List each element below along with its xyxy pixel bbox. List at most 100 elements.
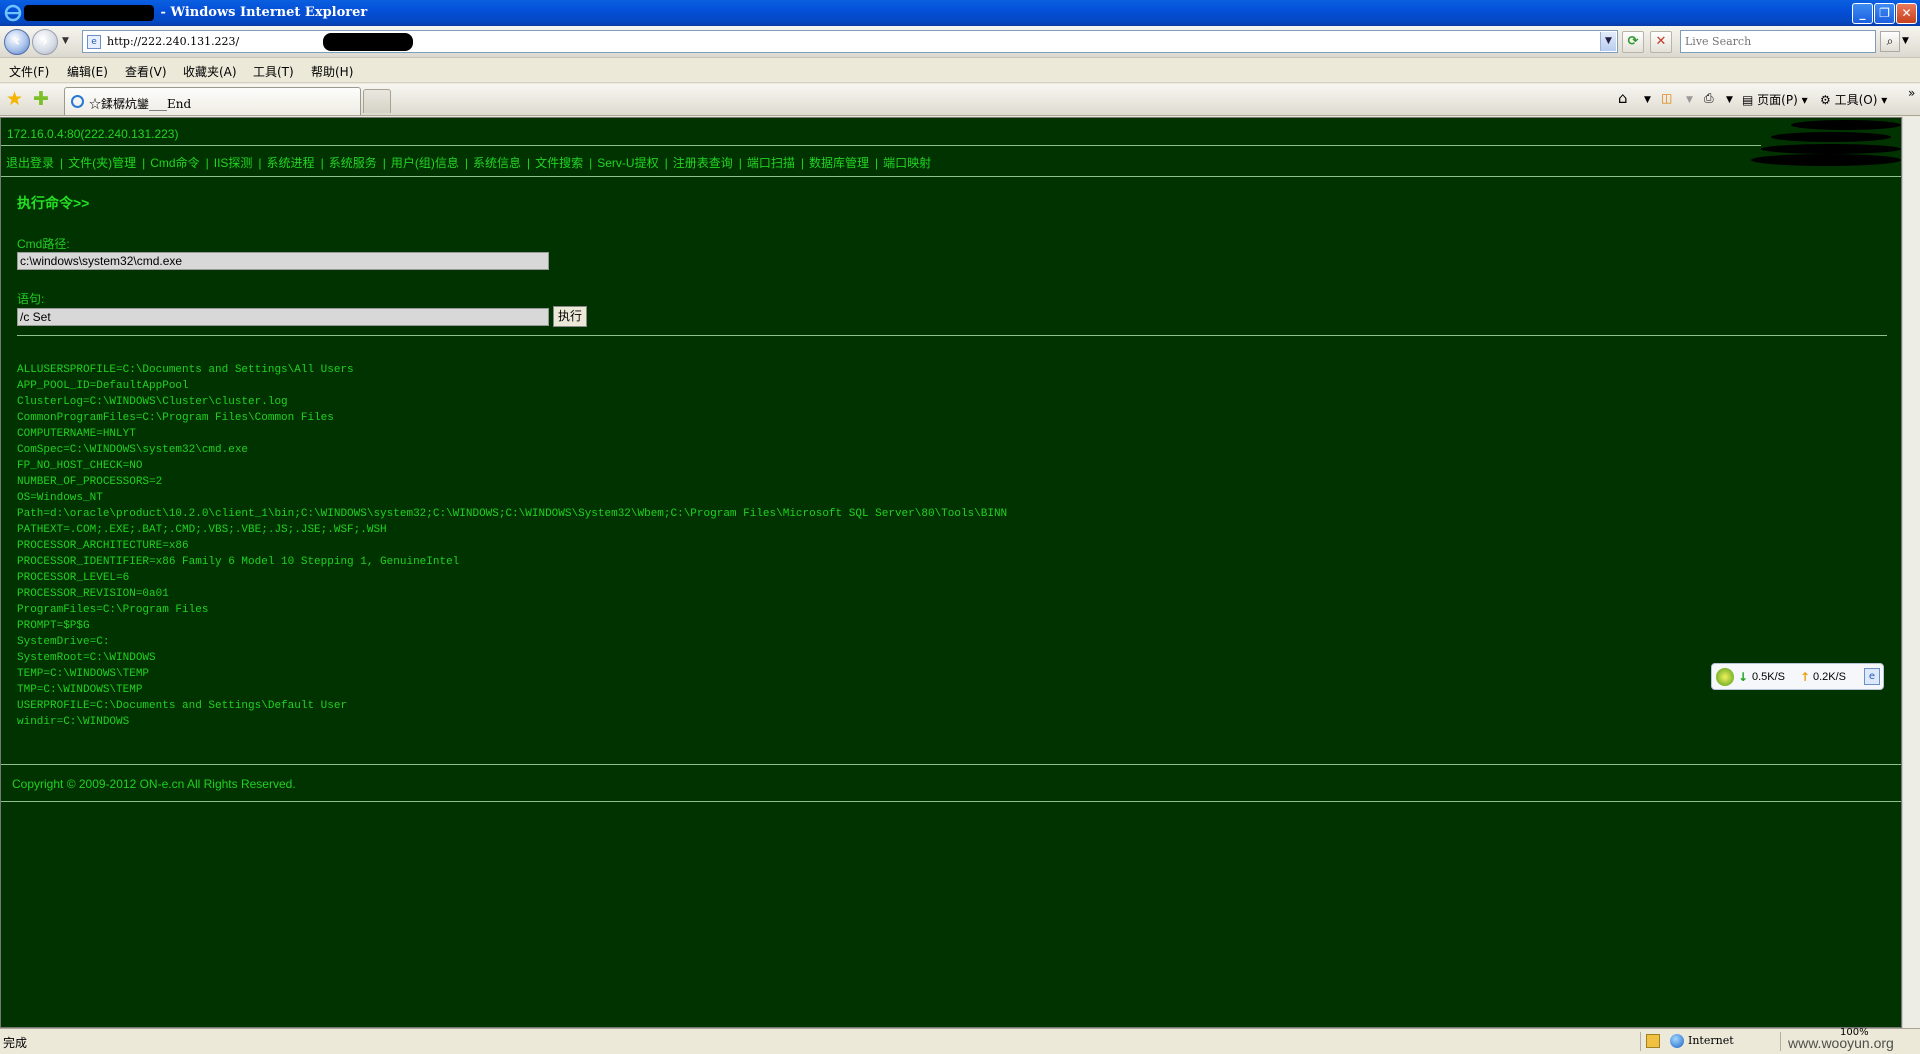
search-box[interactable] <box>1680 30 1876 53</box>
nav-logout-link[interactable]: 退出登录 <box>6 156 54 170</box>
output-line: ALLUSERSPROFILE=C:\Documents and Setting… <box>17 364 354 376</box>
statement-input[interactable]: /c Set <box>17 308 549 326</box>
internet-zone-icon <box>1670 1034 1684 1048</box>
download-speed: 0.5K/S <box>1752 671 1786 683</box>
refresh-icon[interactable]: ⟳ <box>1622 31 1644 53</box>
nav-port-map-link[interactable]: 端口映射 <box>883 156 931 170</box>
address-toolbar: ‹ › ▼ e http://222.240.131.223/ ▼ ⟳ ✕ ⌕ … <box>0 26 1920 58</box>
output-line: OS=Windows_NT <box>17 492 103 504</box>
gear-icon: ⚙ <box>1820 93 1831 107</box>
nav-separator: | <box>875 156 879 170</box>
nav-separator: | <box>382 156 386 170</box>
feeds-icon[interactable]: ◫ <box>1661 91 1672 105</box>
ie-icon: e <box>1864 668 1880 685</box>
output-line: USERPROFILE=C:\Documents and Settings\De… <box>17 700 348 712</box>
output-line: ProgramFiles=C:\Program Files <box>17 604 209 616</box>
cmd-path-input[interactable]: c:\windows\system32\cmd.exe <box>17 252 549 270</box>
close-button[interactable]: ✕ <box>1896 3 1917 24</box>
forward-button[interactable]: › <box>32 29 58 55</box>
output-line: SystemDrive=C: <box>17 636 110 648</box>
restore-button[interactable]: ❐ <box>1874 3 1895 24</box>
nav-processes-link[interactable]: 系统进程 <box>267 156 315 170</box>
vertical-scrollbar[interactable] <box>1902 117 1920 1028</box>
output-line: PROCESSOR_REVISION=0a01 <box>17 588 169 600</box>
home-icon[interactable]: ⌂ <box>1618 89 1628 107</box>
output-line: PROCESSOR_LEVEL=6 <box>17 572 130 584</box>
print-icon[interactable]: ⎙ <box>1704 91 1714 106</box>
recent-pages-dropdown-icon[interactable]: ▼ <box>62 36 69 46</box>
security-zone[interactable]: Internet <box>1688 1034 1734 1047</box>
nav-separator: | <box>589 156 593 170</box>
section-title: 执行命令>> <box>17 195 90 211</box>
nav-users-link[interactable]: 用户(组)信息 <box>391 156 459 170</box>
network-speed-widget[interactable]: ↓ 0.5K/S ↑ 0.2K/S e <box>1711 663 1884 690</box>
output-line: ClusterLog=C:\WINDOWS\Cluster\cluster.lo… <box>17 396 288 408</box>
output-line: Path=d:\oracle\product\10.2.0\client_1\b… <box>17 508 1008 520</box>
menu-help[interactable]: 帮助(H) <box>311 63 353 80</box>
search-options-dropdown-icon[interactable]: ▼ <box>1902 36 1909 46</box>
menu-favorites[interactable]: 收藏夹(A) <box>183 63 237 80</box>
nav-services-link[interactable]: 系统服务 <box>329 156 377 170</box>
nav-iis-probe-link[interactable]: IIS探测 <box>214 156 253 170</box>
menu-view[interactable]: 查看(V) <box>125 63 167 80</box>
nav-file-manager-link[interactable]: 文件(夹)管理 <box>68 156 136 170</box>
menu-file[interactable]: 文件(F) <box>9 63 49 80</box>
tab-active[interactable]: ☆鍒樼炕鑾___End <box>64 87 361 115</box>
title-bar: - Windows Internet Explorer _ ❐ ✕ <box>0 0 1920 26</box>
address-text[interactable]: http://222.240.131.223/ <box>107 35 239 48</box>
status-bar: 完成 Internet www.wooyun.org 100% <box>0 1027 1920 1054</box>
divider <box>1 145 1761 146</box>
page-favicon-icon: e <box>87 35 101 49</box>
execute-button[interactable]: 执行 <box>553 306 587 327</box>
nav-servu-link[interactable]: Serv-U提权 <box>597 156 658 170</box>
nav-database-link[interactable]: 数据库管理 <box>809 156 869 170</box>
print-dropdown-icon[interactable]: ▼ <box>1726 95 1733 105</box>
nav-sysinfo-link[interactable]: 系统信息 <box>473 156 521 170</box>
divider <box>1 176 1901 177</box>
minimize-button[interactable]: _ <box>1852 3 1873 24</box>
search-input[interactable] <box>1681 31 1875 52</box>
cmd-path-label: Cmd路径: <box>17 237 70 251</box>
address-field[interactable]: e http://222.240.131.223/ ▼ <box>82 30 1618 53</box>
address-dropdown-icon[interactable]: ▼ <box>1600 32 1616 51</box>
add-favorite-icon[interactable]: ✚ <box>33 88 49 110</box>
nav-file-search-link[interactable]: 文件搜索 <box>535 156 583 170</box>
menu-edit[interactable]: 编辑(E) <box>67 63 108 80</box>
nav-separator: | <box>142 156 146 170</box>
nav-separator: | <box>320 156 324 170</box>
page-menu[interactable]: ▤ 页面(P) ▾ <box>1742 91 1808 108</box>
divider <box>1 764 1901 765</box>
home-dropdown-icon[interactable]: ▼ <box>1644 95 1651 105</box>
toolbar-overflow-icon[interactable]: » <box>1908 86 1915 100</box>
favorites-center-icon[interactable]: ★ <box>6 88 23 110</box>
output-line: SystemRoot=C:\WINDOWS <box>17 652 156 664</box>
tools-menu[interactable]: ⚙ 工具(O) ▾ <box>1820 91 1887 108</box>
nav-cmd-link[interactable]: Cmd命令 <box>150 156 199 170</box>
new-tab-button[interactable] <box>363 89 391 113</box>
back-button[interactable]: ‹ <box>4 29 30 55</box>
feeds-dropdown-icon: ▼ <box>1686 95 1693 105</box>
upload-arrow-icon: ↑ <box>1800 670 1811 684</box>
stop-icon[interactable]: ✕ <box>1650 31 1672 53</box>
output-line: PROCESSOR_ARCHITECTURE=x86 <box>17 540 189 552</box>
search-icon[interactable]: ⌕ <box>1880 31 1900 52</box>
menu-bar: 文件(F) 编辑(E) 查看(V) 收藏夹(A) 工具(T) 帮助(H) <box>0 58 1920 83</box>
ie-logo-icon <box>4 4 22 22</box>
ie-window: - Windows Internet Explorer _ ❐ ✕ ‹ › ▼ … <box>0 0 1920 1054</box>
output-line: windir=C:\WINDOWS <box>17 716 130 728</box>
nav-separator: | <box>464 156 468 170</box>
nav-port-scan-link[interactable]: 端口扫描 <box>747 156 795 170</box>
nav-separator: | <box>60 156 64 170</box>
tab-label: ☆鍒樼炕鑾___End <box>89 97 192 111</box>
output-line: ComSpec=C:\WINDOWS\system32\cmd.exe <box>17 444 249 456</box>
zoom-level[interactable]: 100% <box>1840 1027 1869 1038</box>
nav-registry-link[interactable]: 注册表查询 <box>673 156 733 170</box>
nav-separator: | <box>664 156 668 170</box>
nav-separator: | <box>526 156 531 170</box>
nav-separator: | <box>738 156 742 170</box>
output-line: NUMBER_OF_PROCESSORS=2 <box>17 476 163 488</box>
copyright-text: Copyright © 2009-2012 ON-e.cn All Rights… <box>12 777 296 791</box>
menu-tools[interactable]: 工具(T) <box>253 63 294 80</box>
divider <box>1640 1032 1641 1051</box>
output-line: TEMP=C:\WINDOWS\TEMP <box>17 668 150 680</box>
